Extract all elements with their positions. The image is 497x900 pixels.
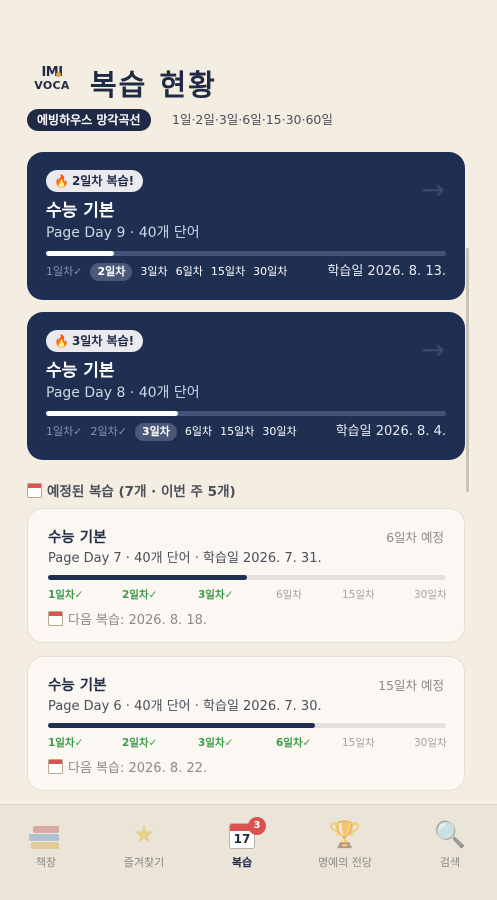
study-date: 학습일 2026. 8. 4. — [335, 424, 446, 439]
calendar-icon — [48, 759, 63, 774]
tab-label: 책장 — [35, 856, 57, 869]
stage-label: 6일차 — [175, 265, 203, 278]
stage-list: 1일차✓ 2일차 3일차 6일차 15일차 30일차 — [46, 262, 295, 282]
fire-icon: 🔥 — [54, 174, 69, 188]
scheduled-expected-stage: 6일차 예정 — [386, 530, 444, 545]
due-review-card[interactable]: 🔥 3일차 복습! → 수능 기본 Page Day 8 · 40개 단어 1일차… — [27, 312, 465, 460]
stage-label: 30일차 — [262, 425, 297, 438]
stage-label: 6일차 — [184, 425, 213, 438]
next-review-date: 다음 복습: 2026. 8. 18. — [48, 609, 207, 628]
forgetting-curve-badge: 에빙하우스 망각곡선 — [27, 109, 151, 131]
scheduled-expected-stage: 15일차 예정 — [378, 678, 444, 693]
stage-label: 30일차 — [253, 265, 288, 278]
calendar-icon — [48, 611, 63, 626]
stage-label: 2일차✓ — [122, 589, 158, 601]
arrow-right-icon[interactable]: → — [422, 336, 445, 364]
tab-bookshelf[interactable]: 책장 — [6, 819, 86, 870]
stage-label: 2일차✓ — [122, 737, 158, 749]
logo-dot-icon — [56, 72, 61, 77]
scheduled-progress-bar — [48, 575, 446, 580]
scheduled-card-title: 수능 기본 — [48, 678, 107, 694]
fire-icon: 🔥 — [54, 334, 69, 348]
due-badge-label: 2일차 복습! — [71, 174, 135, 188]
scheduled-stage-list: 1일차✓ 2일차✓ 3일차✓ 6일차 15일차 30일차 — [48, 587, 447, 603]
stage-label: 3일차✓ — [198, 737, 234, 749]
due-badge: 🔥 2일차 복습! — [46, 170, 144, 192]
logo-text-top: IMI — [41, 65, 63, 80]
star-icon: ★ — [132, 820, 156, 850]
due-badge-label: 3일차 복습! — [71, 334, 135, 348]
calendar-icon — [27, 483, 42, 498]
notification-badge: 3 — [248, 817, 266, 835]
stage-label: 30일차 — [414, 737, 447, 749]
due-card-subtitle: Page Day 9 · 40개 단어 — [46, 225, 200, 241]
stage-label: 1일차✓ — [46, 425, 83, 438]
next-review-label: 다음 복습: 2026. 8. 18. — [68, 613, 208, 628]
scheduled-card-title: 수능 기본 — [48, 530, 107, 546]
due-card-subtitle: Page Day 8 · 40개 단어 — [46, 385, 200, 401]
stage-list: 1일차✓ 2일차✓ 3일차 6일차 15일차 30일차 — [46, 422, 305, 442]
tab-label: 복습 — [231, 856, 253, 869]
scheduled-stage-list: 1일차✓ 2일차✓ 3일차✓ 6일차✓ 15일차 30일차 — [48, 735, 447, 751]
search-icon: 🔍 — [433, 820, 467, 850]
trophy-icon: 🏆 — [328, 820, 362, 850]
stage-label: 3일차✓ — [198, 589, 234, 601]
scheduled-card-subtitle: Page Day 7 · 40개 단어 · 학습일 2026. 7. 31. — [48, 551, 322, 566]
tab-label: 즐겨찾기 — [123, 856, 165, 869]
review-intervals-text: 1일·2일·3일·6일·15·30·60일 — [172, 112, 333, 127]
stage-label: 6일차✓ — [276, 737, 312, 749]
scrollbar[interactable] — [466, 248, 469, 492]
stage-label: 1일차✓ — [46, 265, 83, 278]
stage-label: 2일차✓ — [90, 425, 127, 438]
due-card-title: 수능 기본 — [46, 361, 115, 381]
due-card-title: 수능 기본 — [46, 201, 115, 221]
tab-hall-of-fame[interactable]: 🏆 명예의 전당 — [305, 819, 385, 870]
stage-label: 6일차 — [276, 589, 303, 601]
due-badge: 🔥 3일차 복습! — [46, 330, 144, 352]
due-review-card[interactable]: 🔥 2일차 복습! → 수능 기본 Page Day 9 · 40개 단어 1일차… — [27, 152, 465, 300]
stage-label: 15일차 — [342, 737, 375, 749]
scheduled-card-subtitle: Page Day 6 · 40개 단어 · 학습일 2026. 7. 30. — [48, 699, 322, 714]
stage-label: 2일차 — [90, 263, 133, 281]
tab-review[interactable]: 17 3 복습 — [202, 817, 282, 870]
tab-favorites[interactable]: ★ 즐겨찾기 — [104, 819, 184, 870]
calendar-number: 17 — [233, 832, 251, 846]
stage-label: 3일차 — [134, 423, 177, 441]
stage-label: 15일차 — [210, 265, 246, 278]
scheduled-progress-fill — [48, 575, 247, 580]
due-progress-bar — [46, 251, 446, 256]
page-header: IMI VOCA 복습 현황 에빙하우스 망각곡선 1일·2일·3일·6일·15… — [0, 0, 497, 140]
scheduled-section-title: 예정된 복습 (7개 · 이번 주 5개) — [27, 480, 236, 500]
scheduled-progress-bar — [48, 723, 446, 728]
arrow-right-icon[interactable]: → — [422, 176, 445, 204]
due-progress-bar — [46, 411, 446, 416]
calendar-icon: 17 3 — [202, 817, 282, 851]
scheduled-review-card[interactable]: 수능 기본 6일차 예정 Page Day 7 · 40개 단어 · 학습일 2… — [27, 508, 465, 643]
scheduled-review-card[interactable]: 수능 기본 15일차 예정 Page Day 6 · 40개 단어 · 학습일 … — [27, 656, 465, 791]
books-icon — [6, 819, 86, 851]
tab-label: 명예의 전당 — [317, 856, 373, 869]
tab-search[interactable]: 🔍 검색 — [410, 819, 490, 870]
page-title: 복습 현황 — [90, 68, 217, 102]
scheduled-progress-fill — [48, 723, 315, 728]
stage-label: 15일차 — [342, 589, 375, 601]
due-progress-fill — [46, 411, 178, 416]
app-logo: IMI VOCA — [30, 66, 74, 94]
bottom-tab-bar: 책장 ★ 즐겨찾기 17 3 복습 🏆 명예의 전당 🔍 검색 — [0, 804, 497, 900]
next-review-label: 다음 복습: 2026. 8. 22. — [68, 761, 208, 776]
stage-label: 1일차✓ — [48, 737, 84, 749]
tab-label: 검색 — [439, 856, 461, 869]
scheduled-section-label: 예정된 복습 (7개 · 이번 주 5개) — [47, 484, 236, 500]
stage-label: 15일차 — [220, 425, 255, 438]
logo-text-bottom: VOCA — [34, 79, 70, 92]
due-progress-fill — [46, 251, 114, 256]
next-review-date: 다음 복습: 2026. 8. 22. — [48, 757, 207, 776]
study-date: 학습일 2026. 8. 13. — [327, 264, 446, 279]
stage-label: 30일차 — [414, 589, 447, 601]
stage-label: 1일차✓ — [48, 589, 84, 601]
review-scroll-area[interactable]: 🔥 2일차 복습! → 수능 기본 Page Day 9 · 40개 단어 1일차… — [0, 140, 497, 804]
stage-label: 3일차 — [140, 265, 168, 278]
